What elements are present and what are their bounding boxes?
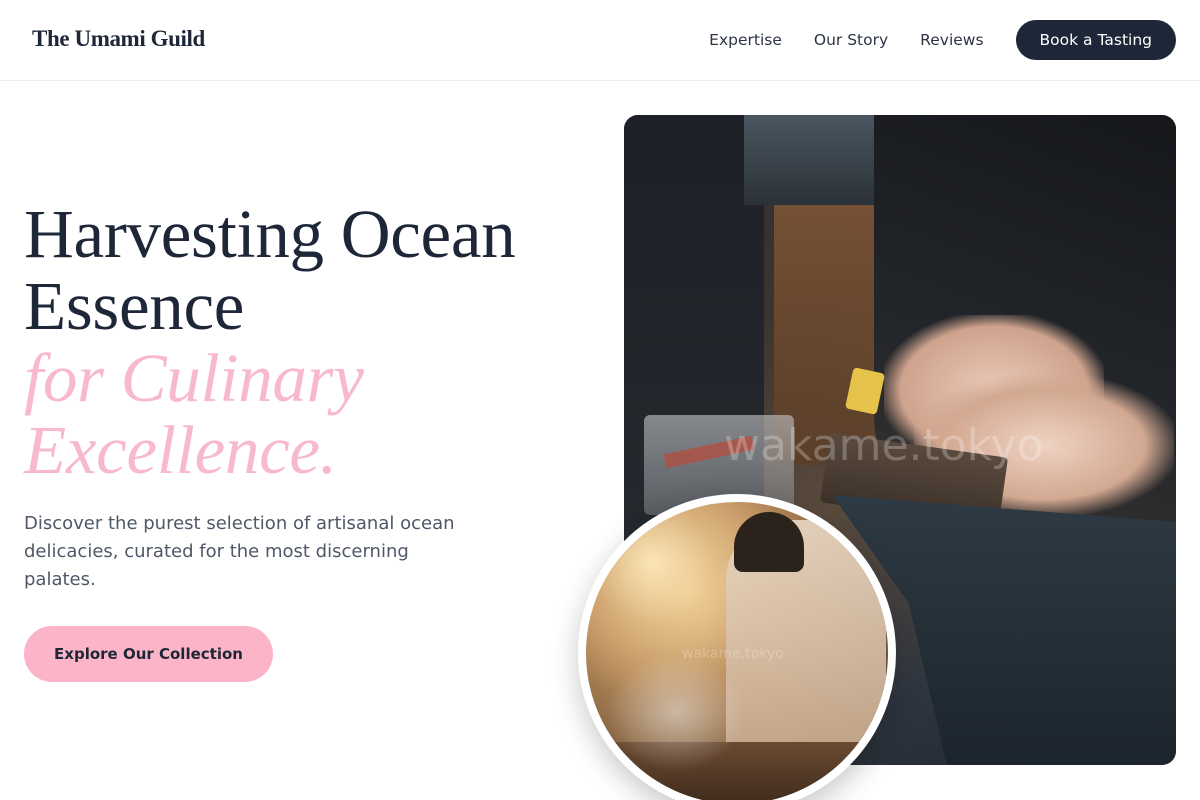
site-logo[interactable]: The Umami Guild (32, 26, 205, 52)
hero-title-accent: for Culinary (24, 340, 364, 416)
nav-link-our-story[interactable]: Our Story (814, 31, 888, 49)
hero-title-line: Harvesting Ocean (24, 196, 516, 272)
main-nav: Expertise Our Story Reviews Book a Tasti… (709, 20, 1176, 60)
hero-circle-photo: wakame.tokyo (578, 494, 896, 800)
site-header: The Umami Guild Expertise Our Story Revi… (0, 0, 1200, 81)
book-tasting-button[interactable]: Book a Tasting (1015, 20, 1176, 60)
hero-title-line: Essence (24, 268, 245, 344)
nav-link-reviews[interactable]: Reviews (920, 31, 983, 49)
photo-watermark: wakame.tokyo (682, 646, 784, 662)
hero-description: Discover the purest selection of artisan… (24, 513, 455, 590)
hero-title: Harvesting Ocean Essence for Culinary Ex… (24, 198, 604, 486)
nav-link-expertise[interactable]: Expertise (709, 31, 782, 49)
photo-watermark: wakame.tokyo (724, 420, 1044, 471)
explore-collection-button[interactable]: Explore Our Collection (24, 626, 273, 682)
hero-title-accent: Excellence. (24, 412, 337, 488)
